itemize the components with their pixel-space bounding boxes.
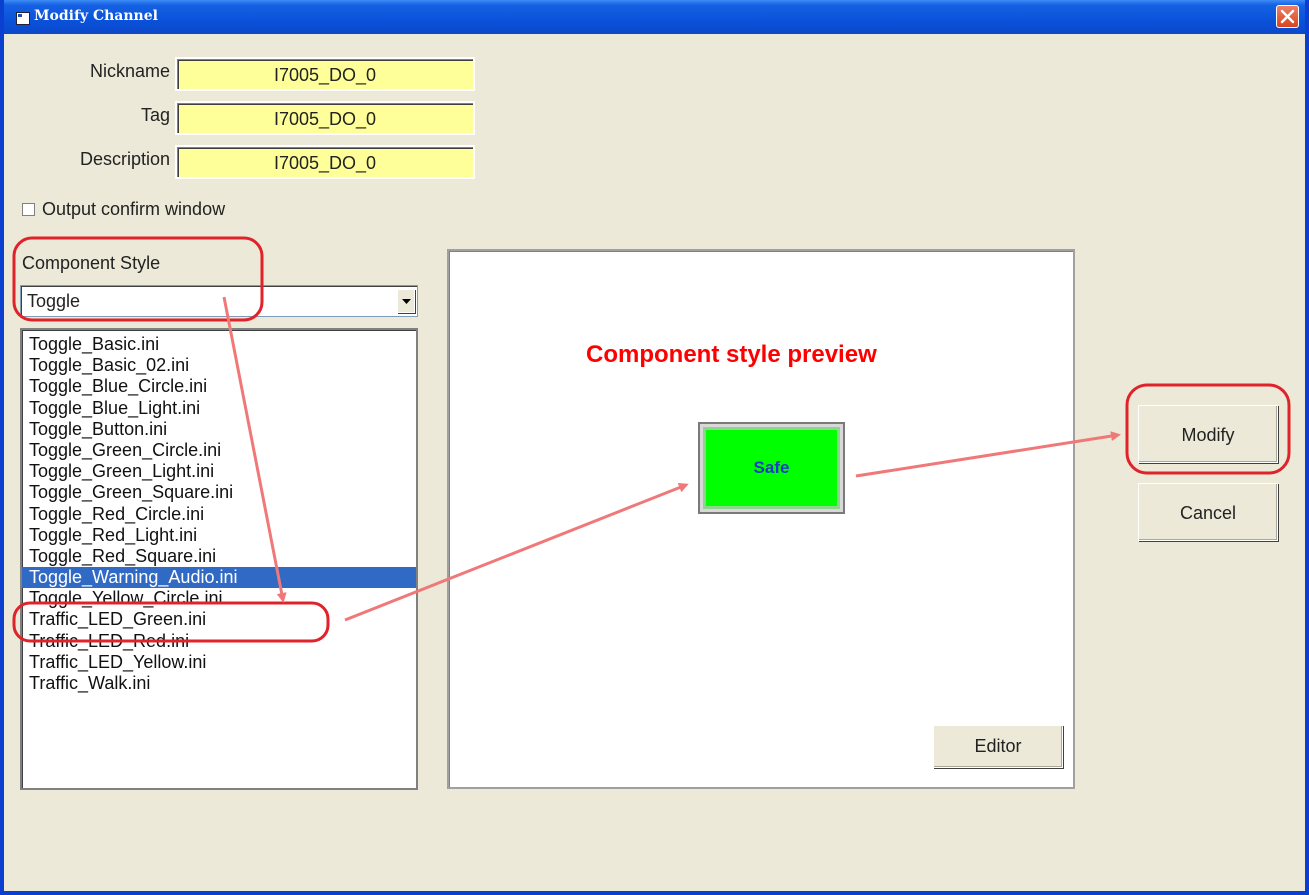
title-bar[interactable]: Modify Channel [4, 0, 1305, 34]
list-item[interactable]: Toggle_Blue_Circle.ini [22, 376, 416, 397]
list-item[interactable]: Toggle_Blue_Light.ini [22, 398, 416, 419]
list-item[interactable]: Toggle_Green_Circle.ini [22, 440, 416, 461]
component-style-label: Component Style [22, 253, 161, 273]
description-field[interactable]: I7005_DO_0 [175, 145, 475, 179]
description-label: Description [79, 149, 170, 169]
modify-button[interactable]: Modify [1138, 405, 1278, 463]
style-file-list[interactable]: Toggle_Basic.ini Toggle_Basic_02.ini Tog… [20, 328, 418, 790]
window-icon [16, 12, 30, 25]
style-preview-panel: Component style preview Safe [447, 249, 1075, 789]
list-item[interactable]: Toggle_Basic_02.ini [22, 355, 416, 376]
tag-label: Tag [140, 105, 170, 125]
list-item[interactable]: Traffic_LED_Red.ini [22, 631, 416, 652]
list-item[interactable]: Toggle_Red_Circle.ini [22, 504, 416, 525]
list-item[interactable]: Traffic_LED_Green.ini [22, 609, 416, 630]
cancel-button[interactable]: Cancel [1138, 483, 1278, 541]
component-style-value: Toggle [27, 291, 81, 311]
output-confirm-label[interactable]: Output confirm window [42, 199, 225, 220]
window-title: Modify Channel [34, 8, 158, 24]
editor-button[interactable]: Editor [933, 725, 1063, 768]
preview-title: Component style preview [586, 341, 877, 368]
list-item-selected[interactable]: Toggle_Warning_Audio.ini [22, 567, 416, 589]
close-icon [1280, 9, 1295, 24]
chevron-down-icon [402, 299, 411, 304]
nickname-label: Nickname [89, 61, 170, 81]
close-button[interactable] [1276, 5, 1299, 28]
list-item[interactable]: Traffic_LED_Yellow.ini [22, 652, 416, 673]
component-style-dropdown[interactable]: Toggle [20, 285, 418, 317]
nickname-field[interactable]: I7005_DO_0 [175, 57, 475, 91]
list-item[interactable]: Toggle_Red_Square.ini [22, 546, 416, 567]
list-item[interactable]: Toggle_Button.ini [22, 419, 416, 440]
preview-sample-label: Safe [753, 458, 790, 477]
list-item[interactable]: Toggle_Green_Square.ini [22, 482, 416, 503]
output-confirm-checkbox[interactable] [22, 203, 35, 216]
list-item[interactable]: Traffic_Walk.ini [22, 673, 416, 694]
list-item[interactable]: Toggle_Red_Light.ini [22, 525, 416, 546]
list-item[interactable]: Toggle_Yellow_Circle.ini [22, 588, 416, 609]
list-item[interactable]: Toggle_Basic.ini [22, 334, 416, 355]
preview-sample-button[interactable]: Safe [698, 422, 845, 514]
dropdown-button[interactable] [397, 289, 415, 313]
list-item[interactable]: Toggle_Green_Light.ini [22, 461, 416, 482]
tag-field[interactable]: I7005_DO_0 [175, 101, 475, 135]
